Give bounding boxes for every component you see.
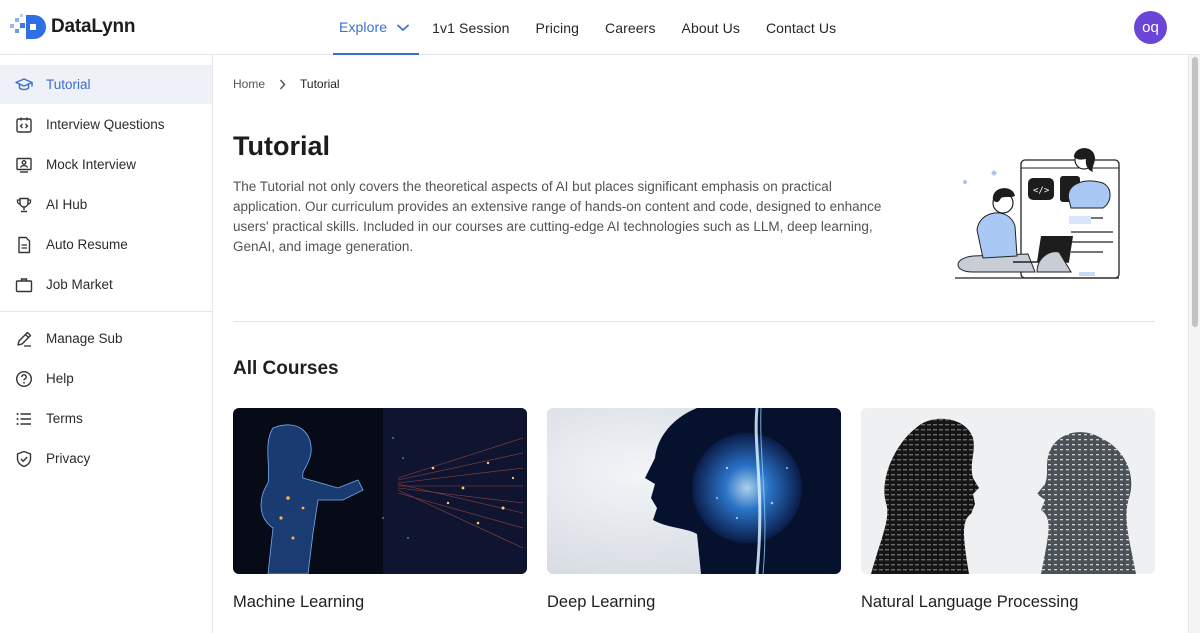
sidebar-item-label: Privacy — [46, 451, 91, 466]
course-title: Natural Language Processing — [861, 593, 1079, 611]
page-title: Tutorial — [233, 131, 330, 161]
course-thumbnail — [233, 408, 527, 574]
sidebar-item-terms[interactable]: Terms — [0, 399, 212, 438]
course-card-nlp[interactable]: Natural Language Processing — [861, 408, 1155, 612]
sidebar-divider — [0, 311, 212, 312]
sidebar-item-label: Mock Interview — [46, 157, 137, 172]
sidebar-item-label: Job Market — [46, 277, 113, 292]
section-divider — [233, 321, 1155, 322]
sidebar-item-job-market[interactable]: Job Market — [0, 265, 212, 304]
all-courses-title: All Courses — [233, 358, 339, 379]
sidebar-item-privacy[interactable]: Privacy — [0, 439, 212, 478]
nav-contact-us[interactable]: Contact Us — [753, 0, 849, 55]
nav-about-us[interactable]: About Us — [669, 0, 753, 55]
app-root: DataLynn Explore 1v1 Session Pricing Car… — [0, 0, 1200, 633]
sidebar-item-interview-questions[interactable]: Interview Questions — [0, 105, 212, 144]
course-thumbnail — [547, 408, 841, 574]
breadcrumb: Home Tutorial — [233, 77, 340, 91]
course-title: Machine Learning — [233, 593, 365, 611]
course-card-machine-learning[interactable]: Machine Learning — [233, 408, 527, 612]
sidebar: Tutorial Interview Questions Mock Interv… — [0, 55, 213, 633]
course-title: Deep Learning — [547, 593, 656, 611]
trophy-icon — [15, 196, 33, 214]
datalynn-logo-icon — [10, 14, 46, 39]
sidebar-item-tutorial[interactable]: Tutorial — [0, 65, 212, 104]
course-thumbnail — [861, 408, 1155, 574]
logo[interactable]: DataLynn — [10, 14, 135, 40]
nav-explore[interactable]: Explore — [333, 0, 420, 55]
main-content: Home Tutorial Tutorial The Tutorial not … — [213, 55, 1188, 633]
page-scrollbar[interactable] — [1188, 55, 1200, 633]
sidebar-item-label: Auto Resume — [46, 237, 128, 252]
pencil-icon — [15, 330, 33, 348]
nav-careers[interactable]: Careers — [592, 0, 669, 55]
sidebar-item-label: Help — [46, 371, 74, 386]
list-icon — [15, 410, 33, 428]
main-nav: Explore 1v1 Session Pricing Careers Abou… — [333, 0, 849, 55]
sidebar-item-manage-sub[interactable]: Manage Sub — [0, 319, 212, 358]
course-card-deep-learning[interactable]: Deep Learning — [547, 408, 841, 612]
hero-illustration: </> — [953, 140, 1123, 285]
svg-text:</>: </> — [1033, 186, 1050, 196]
sidebar-item-label: AI Hub — [46, 197, 88, 212]
briefcase-icon — [15, 276, 33, 294]
code-calendar-icon — [15, 116, 33, 134]
sidebar-item-label: Tutorial — [46, 77, 91, 92]
breadcrumb-current: Tutorial — [300, 77, 340, 91]
chevron-right-icon — [279, 79, 286, 90]
shield-check-icon — [15, 450, 33, 468]
nav-explore-label: Explore — [339, 18, 388, 35]
sidebar-item-ai-hub[interactable]: AI Hub — [0, 185, 212, 224]
sidebar-item-help[interactable]: Help — [0, 359, 212, 398]
sidebar-item-label: Interview Questions — [46, 117, 165, 132]
user-avatar[interactable]: oq — [1134, 11, 1167, 44]
breadcrumb-home[interactable]: Home — [233, 77, 265, 91]
nav-pricing[interactable]: Pricing — [523, 0, 593, 55]
person-screen-icon — [15, 156, 33, 174]
sidebar-item-mock-interview[interactable]: Mock Interview — [0, 145, 212, 184]
page-description: The Tutorial not only covers the theoret… — [233, 179, 882, 254]
chevron-down-icon — [397, 19, 410, 35]
top-header: DataLynn Explore 1v1 Session Pricing Car… — [0, 0, 1200, 55]
question-circle-icon — [15, 370, 33, 388]
scrollbar-thumb[interactable] — [1192, 57, 1198, 327]
sidebar-item-auto-resume[interactable]: Auto Resume — [0, 225, 212, 264]
sidebar-item-label: Manage Sub — [46, 331, 123, 346]
nav-1v1-session[interactable]: 1v1 Session — [419, 0, 522, 55]
document-icon — [15, 236, 33, 254]
sidebar-item-label: Terms — [46, 411, 83, 426]
graduation-cap-icon — [15, 76, 33, 94]
logo-text: DataLynn — [51, 16, 136, 37]
